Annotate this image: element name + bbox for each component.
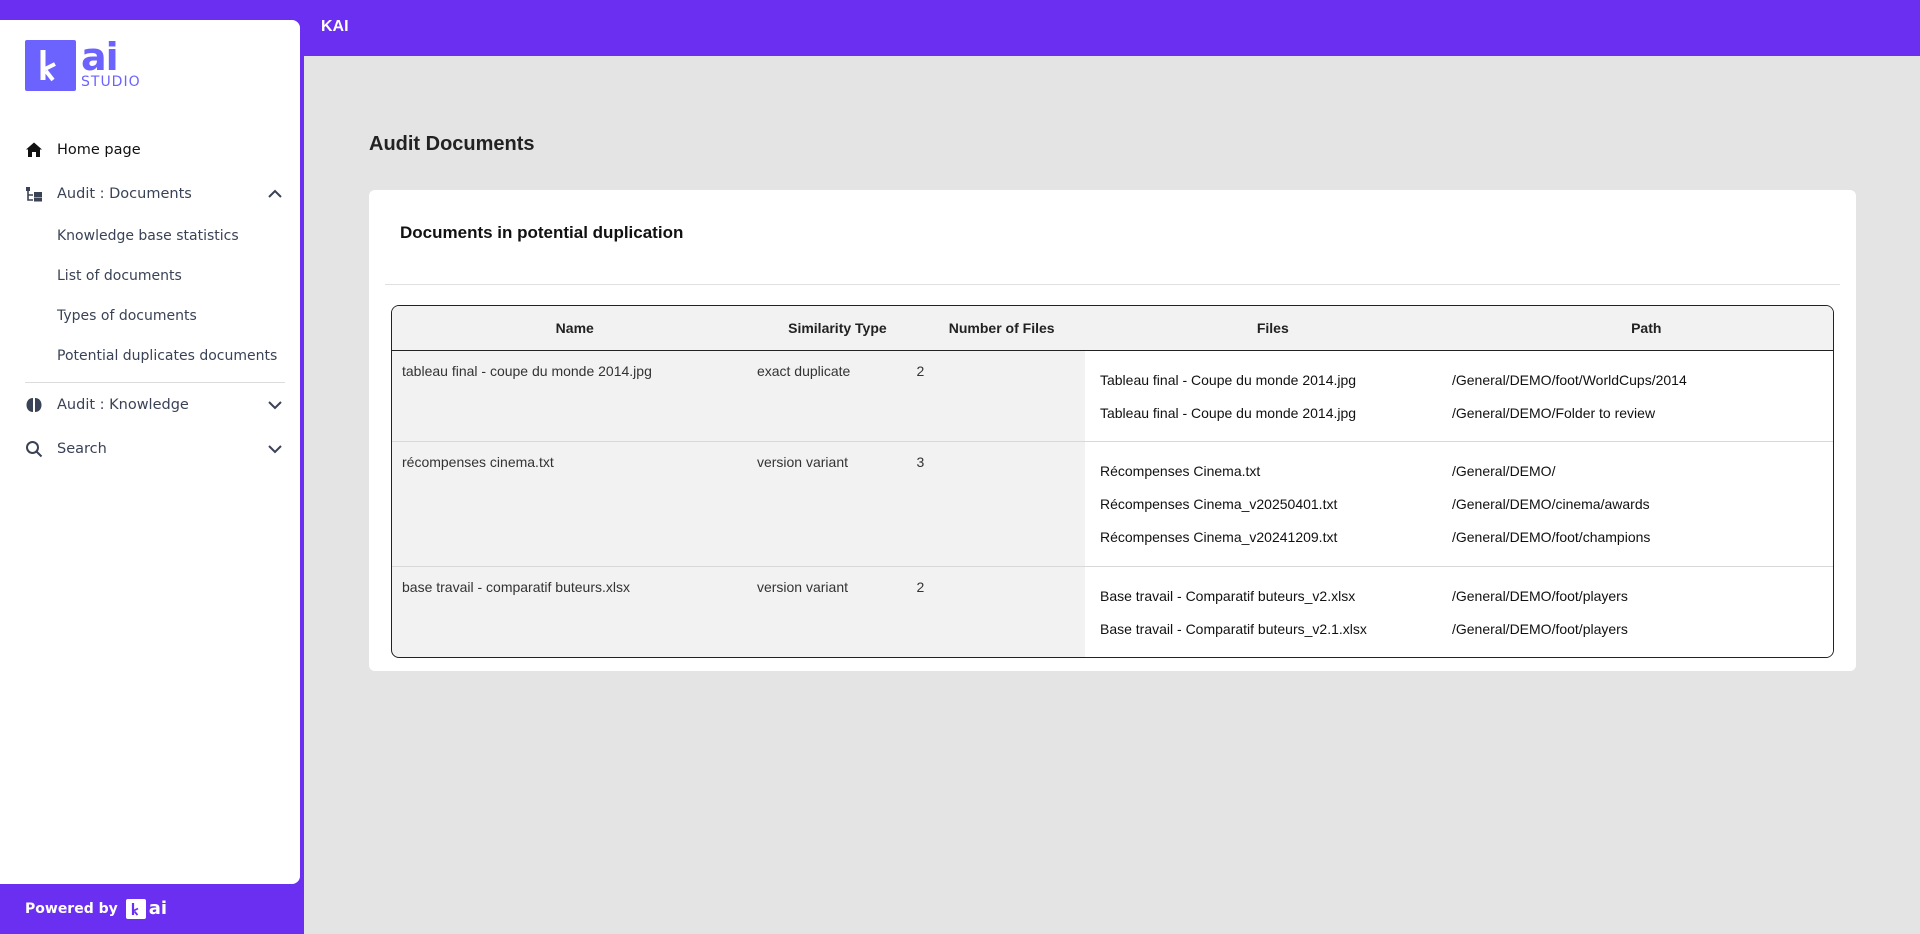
column-header-name[interactable]: Name [392, 306, 758, 350]
files-subtable: Tableau final - Coupe du monde 2014.jpg … [1084, 351, 1833, 441]
search-icon [25, 440, 43, 458]
chevron-down-icon[interactable] [266, 396, 284, 414]
powered-kai-logo[interactable]: ai [125, 898, 168, 919]
sidebar-subitem-types-documents[interactable]: Types of documents [0, 296, 300, 336]
file-path: /General/DEMO/cinema/awards [1451, 495, 1650, 512]
sidebar-item-label: Audit : Documents [57, 186, 192, 202]
folder-tree-icon [25, 185, 43, 203]
card-title: Documents in potential duplication [400, 223, 684, 242]
home-icon [25, 141, 43, 159]
cell-similarity: exact duplicate [756, 363, 851, 379]
file-name: Récompenses Cinema_v20250401.txt [1099, 495, 1338, 512]
files-subtable: Récompenses Cinema.txt /General/DEMO/ Ré… [1084, 442, 1833, 566]
kai-studio-logo[interactable]: ai STUDIO [25, 35, 141, 92]
cell-name: base travail - comparatif buteurs.xlsx [402, 579, 630, 595]
cell-similarity: version variant [756, 454, 848, 470]
file-entry[interactable]: Tableau final - Coupe du monde 2014.jpg … [1085, 396, 1833, 429]
file-path: /General/DEMO/Folder to review [1451, 404, 1656, 421]
cell-count: 2 [916, 579, 925, 595]
page-title: Audit Documents [369, 133, 535, 155]
cell-count: 2 [916, 363, 925, 379]
main-content: Audit Documents Documents in potential d… [304, 56, 1920, 934]
chevron-down-icon[interactable] [266, 440, 284, 458]
cell-name: récompenses cinema.txt [402, 454, 554, 470]
file-entry[interactable]: Récompenses Cinema_v20250401.txt /Genera… [1085, 487, 1833, 520]
brain-icon [25, 396, 43, 414]
logo-text: ai STUDIO [81, 35, 141, 90]
duplicates-card: Documents in potential duplication Name … [369, 190, 1856, 671]
file-path: /General/DEMO/foot/WorldCups/2014 [1451, 371, 1687, 388]
sidebar-item-label: Home page [57, 142, 141, 158]
powered-by: Powered by ai [25, 899, 167, 919]
table-row[interactable]: base travail - comparatif buteurs.xlsx v… [392, 567, 1833, 657]
file-name: Tableau final - Coupe du monde 2014.jpg [1099, 404, 1357, 421]
file-entry[interactable]: Base travail - Comparatif buteurs_v2.1.x… [1085, 613, 1833, 647]
file-name: Base travail - Comparatif buteurs_v2.1.x… [1099, 621, 1367, 638]
chevron-up-icon[interactable] [266, 185, 284, 203]
file-path: /General/DEMO/foot/players [1451, 621, 1628, 638]
cell-count: 3 [916, 454, 925, 470]
powered-ai-text: ai [148, 898, 168, 919]
sidebar-subitem-list-documents[interactable]: List of documents [0, 256, 300, 296]
file-path: /General/DEMO/foot/champions [1451, 529, 1651, 546]
file-name: Tableau final - Coupe du monde 2014.jpg [1099, 371, 1357, 388]
card-divider [385, 284, 1840, 285]
file-entry[interactable]: Récompenses Cinema_v20241209.txt /Genera… [1085, 521, 1833, 554]
file-path: /General/DEMO/ [1451, 462, 1556, 479]
cell-similarity: version variant [756, 579, 848, 595]
logo-studio-text: STUDIO [81, 74, 141, 90]
table-row[interactable]: récompenses cinema.txt version variant 3… [392, 442, 1833, 567]
files-subtable: Base travail - Comparatif buteurs_v2.xls… [1084, 567, 1833, 657]
sidebar: ai STUDIO Home page Audit: Documents Kn… [0, 0, 304, 934]
sidebar-item-home[interactable]: Home page [0, 128, 300, 172]
logo-ai-text: ai [81, 35, 119, 79]
sidebar-item-search[interactable]: Search [0, 427, 300, 471]
sidebar-subitem-kb-statistics[interactable]: Knowledge base statistics [0, 216, 300, 256]
file-name: Récompenses Cinema.txt [1099, 462, 1261, 479]
top-bar: KAI [304, 0, 1920, 56]
column-header-path[interactable]: Path [1460, 306, 1833, 350]
powered-by-text: Powered by [25, 901, 118, 917]
file-path: /General/DEMO/foot/players [1451, 587, 1628, 604]
k-logo-icon [125, 899, 146, 919]
file-name: Base travail - Comparatif buteurs_v2.xls… [1099, 587, 1356, 604]
file-entry[interactable]: Tableau final - Coupe du monde 2014.jpg … [1085, 363, 1833, 396]
sidebar-item-audit-knowledge[interactable]: Audit : Knowledge [0, 383, 300, 427]
app-title: KAI [321, 18, 349, 35]
column-header-files[interactable]: Files [1086, 306, 1459, 350]
sidebar-item-audit-documents[interactable]: Audit : Documents [0, 172, 300, 216]
table-row[interactable]: tableau final - coupe du monde 2014.jpg … [392, 351, 1833, 442]
column-header-similarity[interactable]: Similarity Type [758, 306, 918, 350]
sidebar-nav: Home page Audit : Documents Knowledge ba… [0, 128, 300, 471]
k-logo-icon [25, 40, 76, 91]
file-entry[interactable]: Base travail - Comparatif buteurs_v2.xls… [1085, 579, 1833, 613]
sidebar-item-label: Audit : Knowledge [57, 397, 189, 413]
cell-name: tableau final - coupe du monde 2014.jpg [402, 363, 652, 379]
sidebar-panel: ai STUDIO Home page Audit: Documents Kn… [0, 20, 300, 884]
sidebar-subitem-potential-duplicates[interactable]: Potential duplicates documents [0, 336, 300, 376]
column-header-number-of-files[interactable]: Number of Files [917, 306, 1086, 350]
file-entry[interactable]: Récompenses Cinema.txt /General/DEMO/ [1085, 454, 1833, 487]
sidebar-item-label: Search [57, 441, 107, 457]
file-name: Récompenses Cinema_v20241209.txt [1099, 529, 1338, 546]
table-header: Name Similarity Type Number of Files Fil… [392, 306, 1833, 351]
duplicates-table: Name Similarity Type Number of Files Fil… [391, 305, 1834, 658]
